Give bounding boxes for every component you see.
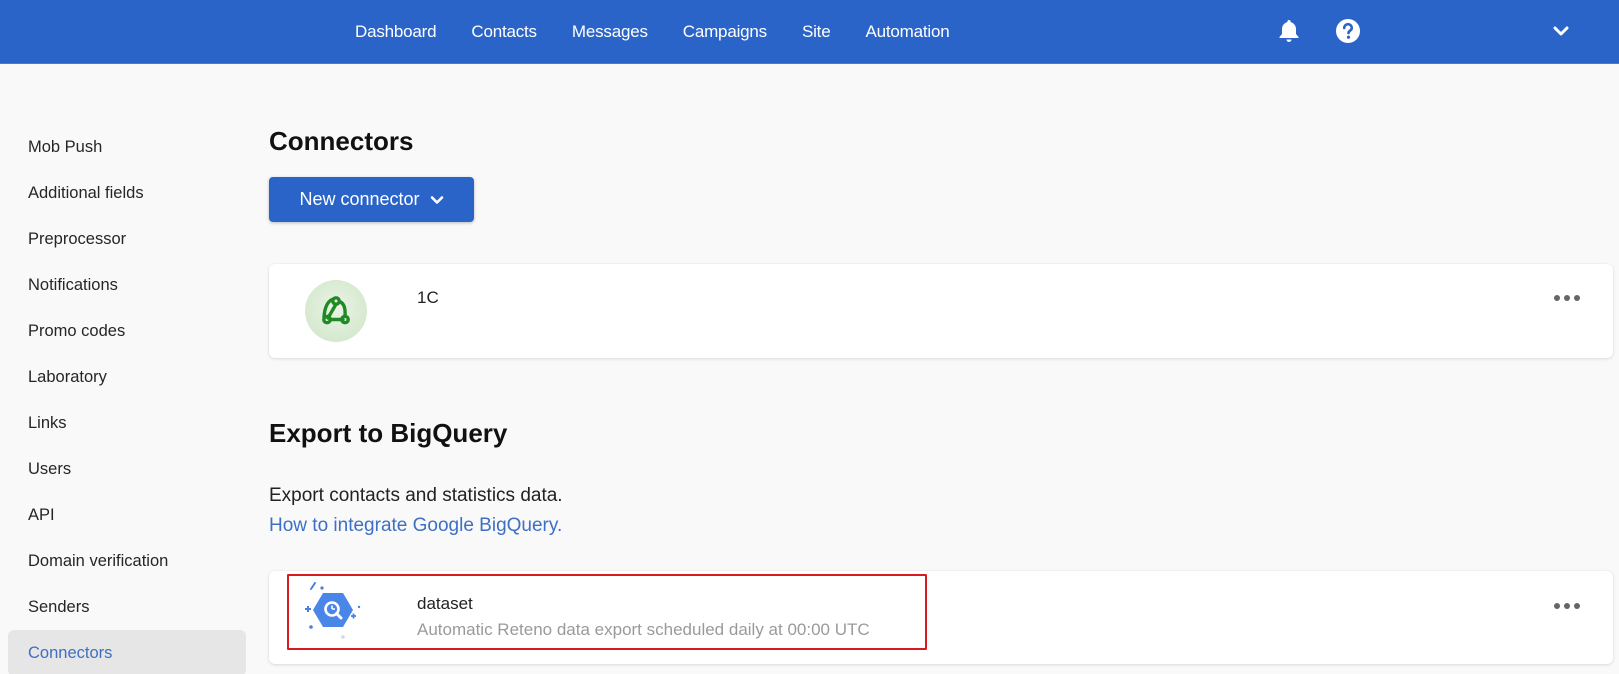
settings-sidebar: Mob Push Additional fields Preprocessor …	[8, 124, 246, 674]
main-nav: Dashboard Contacts Messages Campaigns Si…	[355, 0, 984, 64]
new-connector-button[interactable]: New connector	[269, 177, 474, 222]
connector-card-1c[interactable]: 1C	[269, 264, 1613, 358]
sidebar-item-api[interactable]: API	[8, 492, 246, 538]
sidebar-item-connectors[interactable]: Connectors	[8, 630, 246, 674]
bell-icon[interactable]	[1274, 16, 1304, 46]
nav-automation[interactable]: Automation	[865, 22, 949, 42]
new-connector-label: New connector	[299, 189, 420, 209]
bigquery-help-link[interactable]: How to integrate Google BigQuery.	[269, 515, 562, 537]
more-options-icon[interactable]	[1553, 288, 1583, 308]
connector-name: 1C	[417, 288, 439, 307]
nav-messages[interactable]: Messages	[572, 22, 648, 42]
bigquery-description: Export contacts and statistics data.	[269, 485, 563, 506]
sidebar-item-users[interactable]: Users	[8, 446, 246, 492]
page-title: Connectors	[269, 126, 414, 156]
top-navigation-bar: Dashboard Contacts Messages Campaigns Si…	[0, 0, 1619, 64]
chevron-down-icon	[430, 195, 443, 204]
bigquery-dataset-card[interactable]: dataset Automatic Reteno data export sch…	[269, 571, 1613, 664]
sidebar-item-links[interactable]: Links	[8, 400, 246, 446]
nav-campaigns[interactable]: Campaigns	[683, 22, 767, 42]
webhook-icon	[305, 280, 367, 342]
dataset-name: dataset	[417, 594, 473, 613]
bigquery-section-title: Export to BigQuery	[269, 418, 508, 448]
sidebar-item-laboratory[interactable]: Laboratory	[8, 354, 246, 400]
sidebar-item-mob-push[interactable]: Mob Push	[8, 124, 246, 170]
nav-site[interactable]: Site	[802, 22, 831, 42]
sidebar-item-additional-fields[interactable]: Additional fields	[8, 170, 246, 216]
nav-contacts[interactable]: Contacts	[471, 22, 537, 42]
more-options-icon[interactable]	[1553, 596, 1583, 616]
help-icon[interactable]	[1333, 16, 1363, 46]
chevron-down-icon[interactable]	[1546, 16, 1576, 46]
sidebar-item-preprocessor[interactable]: Preprocessor	[8, 216, 246, 262]
dataset-schedule-text: Automatic Reteno data export scheduled d…	[417, 620, 870, 639]
sidebar-item-notifications[interactable]: Notifications	[8, 262, 246, 308]
sidebar-item-senders[interactable]: Senders	[8, 584, 246, 630]
bigquery-icon	[305, 582, 361, 639]
sidebar-item-domain-verification[interactable]: Domain verification	[8, 538, 246, 584]
nav-dashboard[interactable]: Dashboard	[355, 22, 437, 42]
sidebar-item-promo-codes[interactable]: Promo codes	[8, 308, 246, 354]
